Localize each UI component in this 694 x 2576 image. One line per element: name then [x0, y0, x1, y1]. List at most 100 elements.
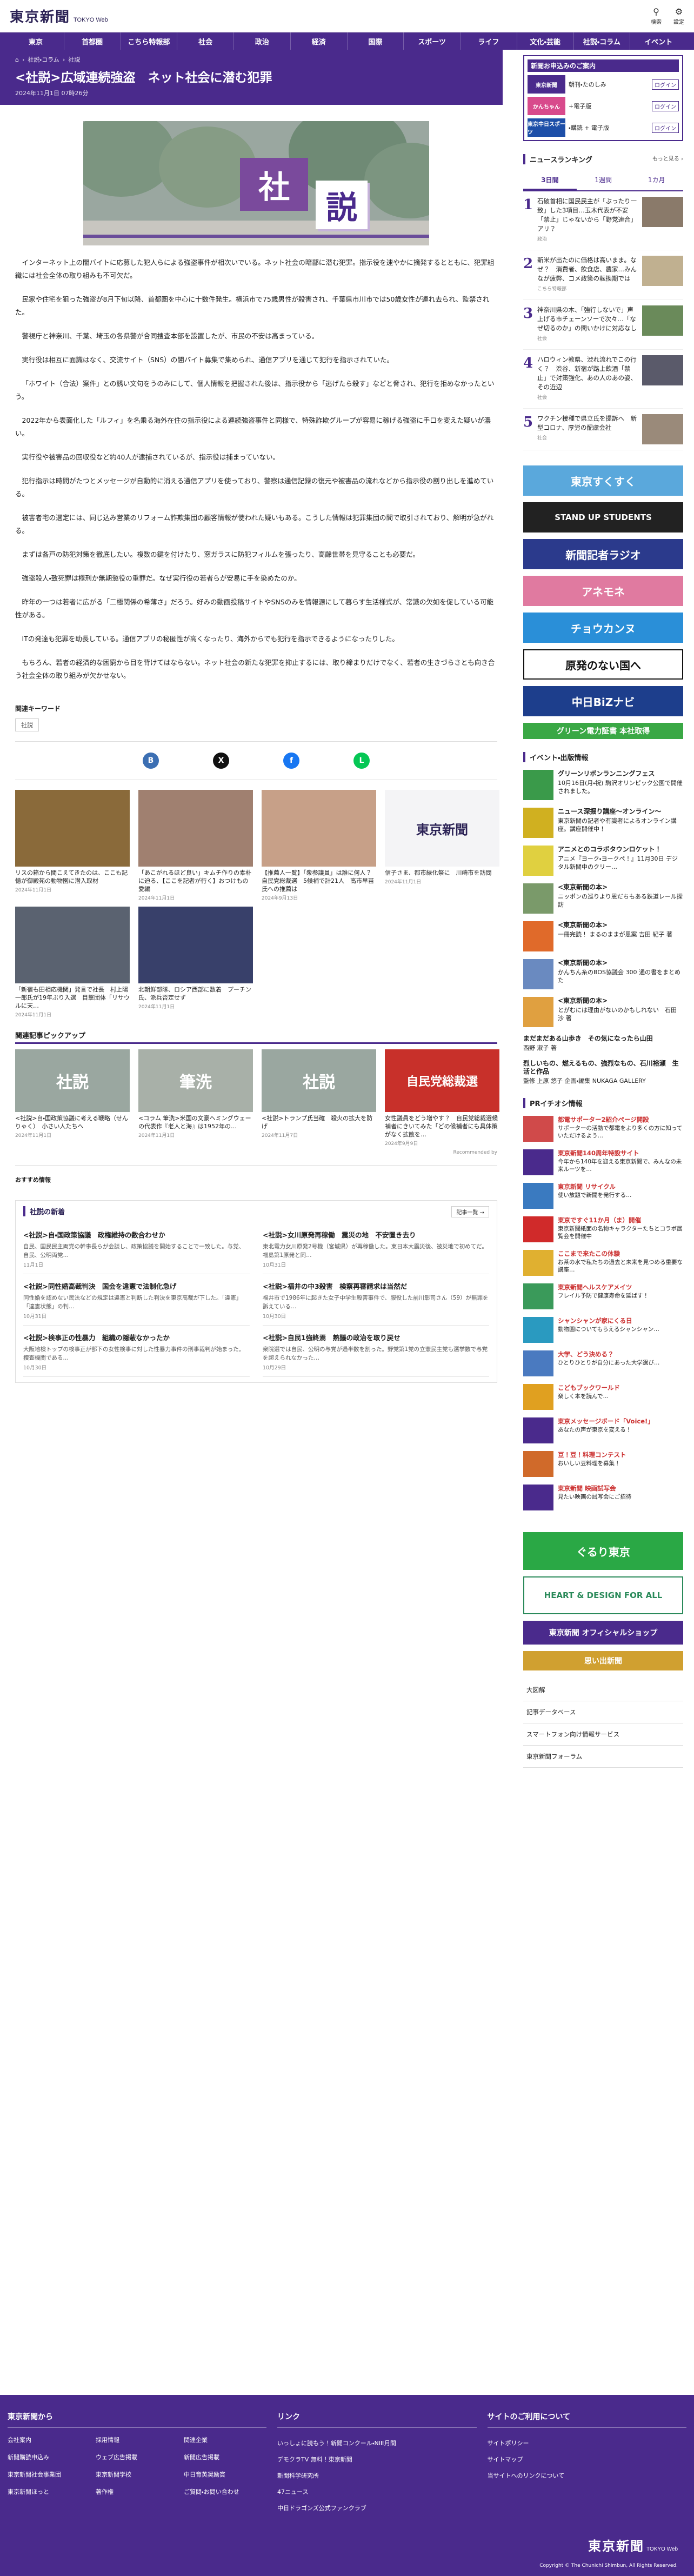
banner-gururi[interactable]: ぐるり東京	[523, 1532, 683, 1570]
footer-link[interactable]: 関連企業	[184, 2435, 266, 2444]
event-item[interactable]: <東京新聞の本> 一冊完読！ まるのままが思案 吉田 紀子 著	[523, 921, 683, 951]
ranking-item[interactable]: 1 石破首相に国民民主が「ぶったり一致」した3項目…玉木代表が不安「禁止」じゃない…	[523, 191, 683, 250]
list-item[interactable]: <社説>同性婚高裁判決 国会を違憲で法制化急げ 同性婚を認めない民法などの規定は違…	[23, 1282, 250, 1326]
pr-item[interactable]: 東京新聞 映画試写会 見たい映画の試写会にご招待	[523, 1485, 683, 1510]
pr-item[interactable]: こどもブックワールド 楽しく本を読んで…	[523, 1384, 683, 1410]
footer-logo[interactable]: 東京新聞 TOKYO Web	[588, 2535, 678, 2554]
nav-item[interactable]: 首都圏	[64, 32, 121, 50]
footer-link[interactable]: 中日ドラゴンズ公式ファンクラブ	[277, 2500, 476, 2517]
hatena-share-icon[interactable]: B	[143, 753, 159, 769]
list-item[interactable]: <社説>検事正の性暴力 組織の隠蔽なかったか 大阪地検トップの検事正が部下の女性検…	[23, 1333, 250, 1377]
nav-item[interactable]: 政治	[234, 32, 291, 50]
nav-item[interactable]: 社会	[177, 32, 234, 50]
banner-genpatsu[interactable]: 原発のない国へ	[523, 649, 683, 680]
facebook-share-icon[interactable]: f	[283, 753, 299, 769]
footer-link[interactable]: サイトマップ	[488, 2452, 686, 2468]
footer-link[interactable]: 東京新聞社会事業団	[8, 2470, 90, 2479]
footer-link[interactable]: 当サイトへのリンクについて	[488, 2468, 686, 2484]
list-item[interactable]: <社説>自民1強終焉 熟議の政治を取り戻せ 衆院選では自民、公明の与党が過半数を割…	[263, 1333, 489, 1377]
list-item[interactable]: <社説>女川原発再稼働 震災の地 不安置き去り 東北電力女川原発2号機（宮城県）が…	[263, 1230, 489, 1274]
list-item[interactable]: <社説>自・国政策協議 政権維持の数合わせか 自民、国民民主両党の幹事長らが会談し…	[23, 1230, 250, 1274]
promo-row[interactable]: 東京中日スポーツ ・購読 + 電子版 ログイン	[528, 118, 679, 137]
pickup-card[interactable]: 自民党総裁選 女性議員をどう増やす？ 自民党総裁選候補者にきいてみた「どの候補者に…	[385, 1049, 499, 1147]
promo-row[interactable]: かんちゃん +電子版 ログイン	[528, 97, 679, 115]
footer-link[interactable]: 新聞科学研究所	[277, 2468, 476, 2484]
site-logo[interactable]: 東京新聞 TOKYO Web	[10, 6, 108, 26]
footer-link[interactable]: デモクラTV 無料！東京新聞	[277, 2452, 476, 2468]
nav-item[interactable]: 経済	[291, 32, 348, 50]
footer-link[interactable]: 会社案内	[8, 2435, 90, 2444]
line-share-icon[interactable]: L	[353, 753, 370, 769]
ranking-more-link[interactable]: もっと見る ›	[652, 154, 683, 164]
tab-1month[interactable]: 1カ月	[630, 171, 683, 190]
pr-item[interactable]: 都電サポーター2紹介ページ開設 サポーターの活動で都電をより多くの方に知っていただ…	[523, 1116, 683, 1142]
footer-link[interactable]: 新聞購読申込み	[8, 2453, 90, 2461]
promo-row[interactable]: 東京新聞 朝刊・たのしみ ログイン	[528, 75, 679, 94]
footer-link[interactable]: 中日育英奨励賞	[184, 2470, 266, 2479]
footer-link[interactable]: ウェブ広告掲載	[96, 2453, 178, 2461]
pickup-card[interactable]: 社説 <社説>トランプ氏当確 殺火の拡大を防げ 2024年11月7日	[262, 1049, 376, 1147]
article-list-link[interactable]: 記事一覧 →	[451, 1206, 489, 1217]
related-card[interactable]: 「あこがれるほど良い」キムチ作りの素朴に迫る、【ここを記者が行く】おつけもの愛編…	[138, 790, 253, 901]
nav-item[interactable]: スポーツ	[404, 32, 461, 50]
pr-item[interactable]: 東京新聞 リサイクル 使い放題で新聞を発行する…	[523, 1183, 683, 1209]
footer-link[interactable]: 新聞広告掲載	[184, 2453, 266, 2461]
pr-item[interactable]: 大学、どう決める？ ひとりひとりが自分にあった大学選び…	[523, 1350, 683, 1376]
banner-shop[interactable]: 東京新聞 オフィシャルショップ	[523, 1621, 683, 1645]
banner-chokan[interactable]: チョウカンヌ	[523, 613, 683, 643]
related-card[interactable]: 「新宿も田相応機関」発言で社長 村上陽一郎氏が19年ぶり入選 目撃団体「リサウル…	[15, 907, 130, 1018]
pr-item[interactable]: 東京新聞140周年特設サイト 今年から140年を迎える東京新聞で、みんなの未来ルー…	[523, 1149, 683, 1175]
footer-link[interactable]: 東京新聞ほっと	[8, 2487, 90, 2496]
pickup-card[interactable]: 社説 <社説>自・国政策協議に考える戦略（せんりゃく） 小さい人たちへ 2024年1…	[15, 1049, 130, 1147]
pr-item[interactable]: 東京メッセージボード「Voice!」 あなたの声が東京を変える！	[523, 1417, 683, 1443]
banner-green-power[interactable]: グリーン電力証書 本社取得	[523, 723, 683, 739]
pr-item[interactable]: シャンシャンが家にくる日 動物園についてもらえるシャンシャン…	[523, 1317, 683, 1343]
ranking-item[interactable]: 5 ワクチン接種で県立氏を提訴へ 新型コロナ、厚労の配慮会社 社会	[523, 409, 683, 450]
footer-link[interactable]: 47ニュース	[277, 2484, 476, 2500]
event-item[interactable]: 烈しいもの、燃えるもの、強烈なもの、石川裕瀬 生活と作品 監修 上原 悠子 企画・…	[523, 1060, 683, 1085]
pr-item[interactable]: 豆！豆！料理コンテスト おいしい豆料理を募集！	[523, 1451, 683, 1477]
sidebar-link[interactable]: スマートフォン向け情報サービス	[523, 1723, 683, 1746]
tab-1week[interactable]: 1週間	[577, 171, 630, 190]
sidebar-link[interactable]: 大図解	[523, 1679, 683, 1701]
nav-item[interactable]: 社説・コラム	[574, 32, 631, 50]
event-item[interactable]: <東京新聞の本> かんちん糸のBOS協議会 300 通の書をまとめた	[523, 959, 683, 989]
list-item[interactable]: <社説>福井の中3殺害 検察再審請求は当然だ 福井市で1986年に起きた女子中学生…	[263, 1282, 489, 1326]
banner-omoide[interactable]: 思い出新聞	[523, 1651, 683, 1670]
event-item[interactable]: アニメとのコラボタウンロケット！ アニメ『ヨーク・ヨークペ！』11月30日 デジタ…	[523, 846, 683, 876]
login-button[interactable]: ログイン	[652, 122, 679, 133]
nav-item[interactable]: 国際	[348, 32, 404, 50]
event-item[interactable]: ニュース深掘り講座〜オンライン〜 東京新聞の記者や有識者によるオンライン講座。講座…	[523, 808, 683, 838]
nav-item[interactable]: ライフ	[461, 32, 517, 50]
event-item[interactable]: <東京新聞の本> とがむには理由がないのかもしれない 石田 沙 著	[523, 997, 683, 1027]
footer-link[interactable]: 東京新聞学校	[96, 2470, 178, 2479]
nav-item[interactable]: 文化・芸能	[517, 32, 574, 50]
nav-item[interactable]: こちら特報部	[121, 32, 178, 50]
related-card[interactable]: 【推薦人一覧】「衆参議員」は誰に何人？自民党総裁選 5候補で計21人 高市早苗氏…	[262, 790, 376, 901]
search-button[interactable]: ⚲ 検索	[651, 6, 662, 25]
tab-3days[interactable]: 3日間	[523, 171, 577, 190]
event-item[interactable]: <東京新聞の本> ニッポンの巡りより恩だちもある鉄道レール探訪	[523, 883, 683, 914]
sidebar-link[interactable]: 記事データベース	[523, 1701, 683, 1723]
banner-biznavi[interactable]: 中日BiZナビ	[523, 686, 683, 716]
footer-link[interactable]: サイトポリシー	[488, 2435, 686, 2452]
banner-heart-design[interactable]: HEART & DESIGN FOR ALL	[523, 1576, 683, 1614]
footer-link[interactable]: 採用情報	[96, 2435, 178, 2444]
event-item[interactable]: グリーンリボンランニングフェス 10月16日(月・祝) 駒沢オリンピック公園で開催…	[523, 770, 683, 800]
keyword-tag[interactable]: 社説	[15, 718, 39, 731]
ranking-item[interactable]: 3 神奈川県の木、「強行しないで」声上げる市チェーンソーで次々…「なぜ切るのか」の…	[523, 300, 683, 350]
footer-link[interactable]: 著作権	[96, 2487, 178, 2496]
sidebar-link[interactable]: 東京新聞フォーラム	[523, 1746, 683, 1768]
pickup-card[interactable]: 筆洗 <コラム 筆洗>米国の文豪ヘミングウェーの代表作『老人と海』は1952年の……	[138, 1049, 253, 1147]
pr-item[interactable]: 東京ですぐ11か月（ま）開催 東京新聞紙面の名物キャラクターたちとコラボ展覧会を開…	[523, 1216, 683, 1242]
banner-radio[interactable]: 新聞記者ラジオ	[523, 539, 683, 569]
ranking-item[interactable]: 4 ハロウィン教県、渋れ流れでこの行く？ 渋谷、新宿が路上飲酒「禁止」で対策強化、…	[523, 350, 683, 409]
login-button[interactable]: ログイン	[652, 79, 679, 90]
related-card[interactable]: リスの箱から聞こえてきたのは、ここも記憶が御殿苑の動物園に潜入取材 2024年11…	[15, 790, 130, 901]
related-card[interactable]: 東京新聞 信子さま、都市緑化祭に 川崎市を訪問 2024年11月1日	[385, 790, 499, 901]
settings-button[interactable]: ⚙ 設定	[673, 6, 684, 25]
pr-item[interactable]: ここまで来たこの体験 お茶の水で私たちの過去と未来を見つめる重要な講座…	[523, 1250, 683, 1276]
home-icon[interactable]: ⌂	[15, 56, 19, 63]
footer-link[interactable]: いっしょに読もう！新聞コンクール・NIE月間	[277, 2435, 476, 2452]
event-item[interactable]: まだまだある山歩き その気になったら山田 西野 淑子 著	[523, 1035, 683, 1052]
